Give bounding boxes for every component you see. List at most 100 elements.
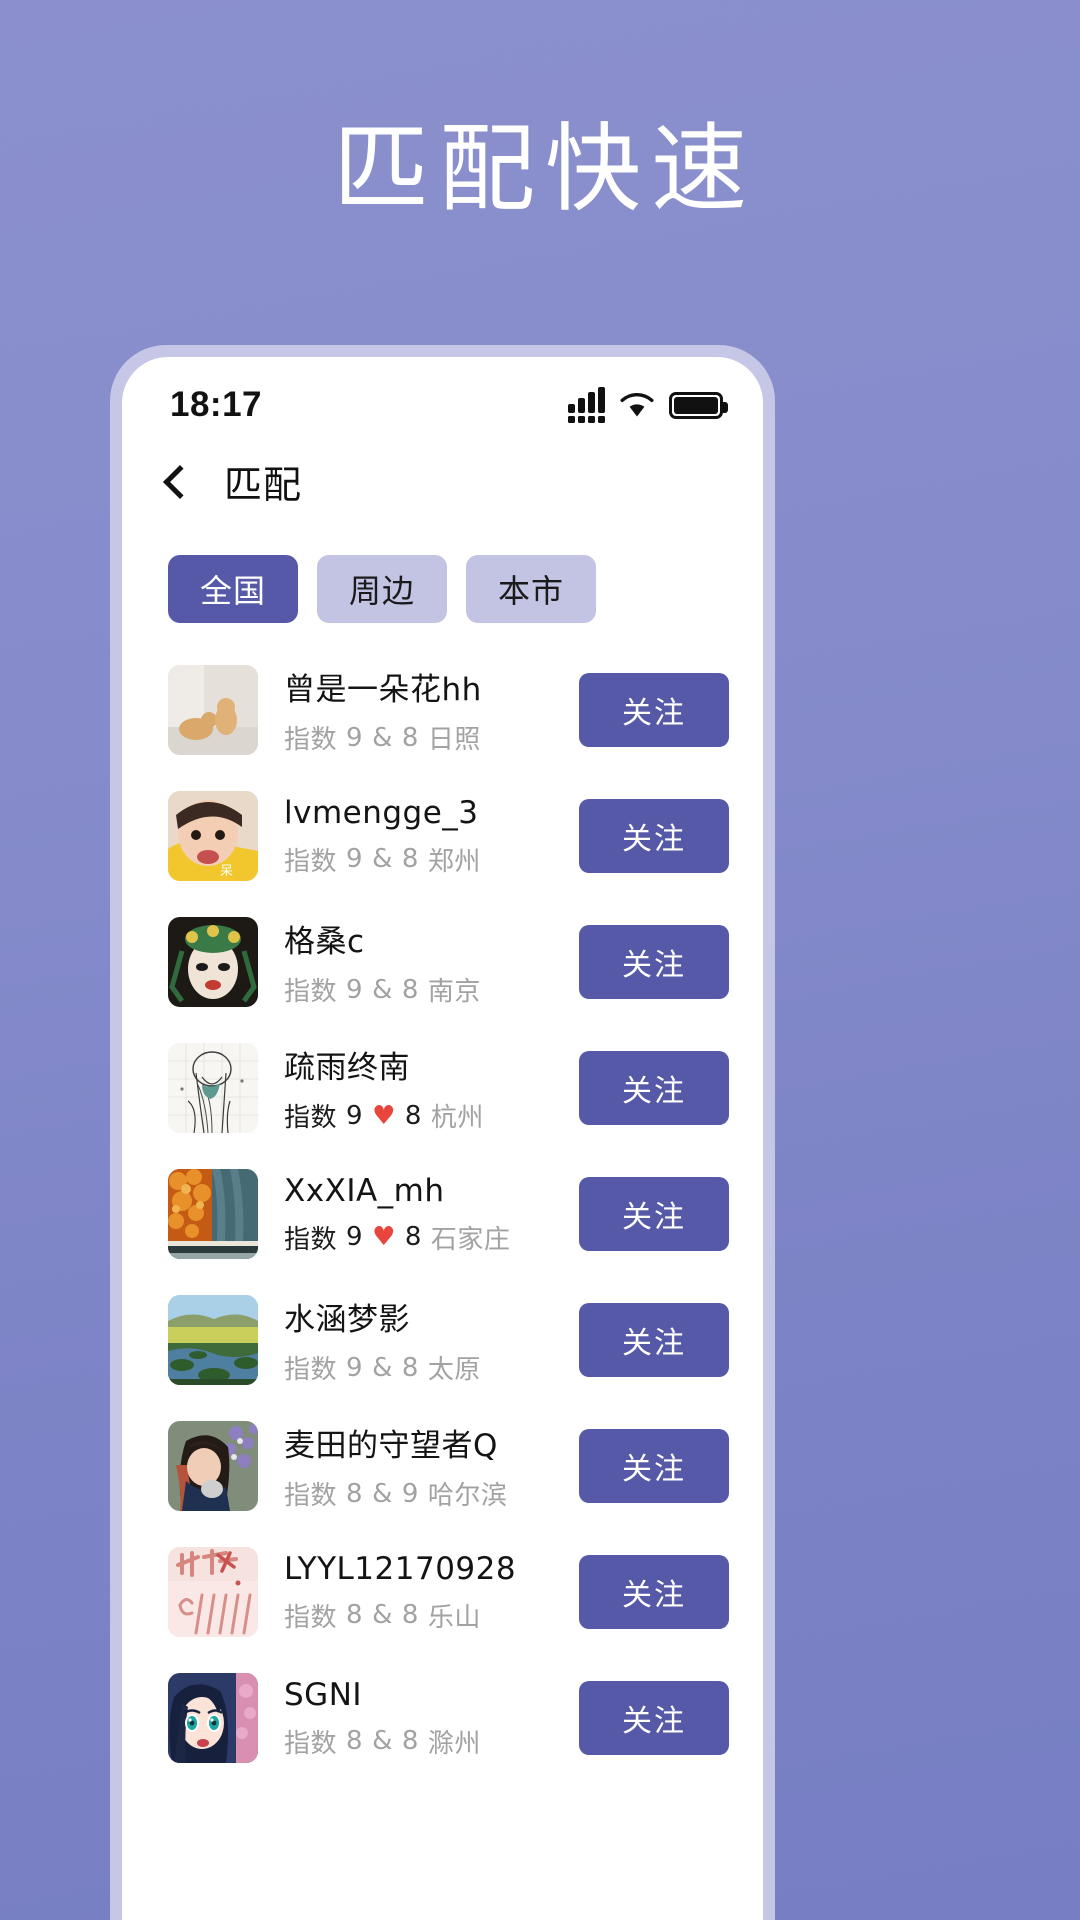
city-label: 日照 — [427, 725, 481, 755]
avatar[interactable] — [168, 1421, 258, 1511]
user-stats: 指数 8 & 8 乐山 — [284, 1597, 579, 1634]
user-name: lvmengge_3 — [284, 794, 479, 831]
battery-full-icon — [669, 391, 728, 419]
user-list: 曾是一朵花hh 指数 9 & 8 日照 关注呆 lvmengge_3 指数 9 & 8 郑州 关注 格桑c 指… — [122, 647, 763, 1781]
user-meta: 水涵梦影 指数 9 & 8 太原 — [258, 1294, 579, 1386]
user-meta: 麦田的守望者Q 指数 8 & 9 哈尔滨 — [258, 1420, 579, 1512]
follow-button[interactable]: 关注 — [579, 1303, 729, 1377]
follow-button[interactable]: 关注 — [579, 925, 729, 999]
user-name: 疏雨终南 — [284, 1050, 410, 1086]
follow-button[interactable]: 关注 — [579, 799, 729, 873]
user-name: LYYL12170928 — [284, 1550, 517, 1587]
filter-chip-city[interactable]: 本市 — [466, 555, 596, 623]
index-label: 指数 — [284, 1224, 338, 1255]
score-b: 8 — [404, 1100, 422, 1131]
user-row[interactable]: XxXIA_mh 指数 9 ♥ 8 石家庄 关注 — [122, 1151, 763, 1277]
score-b: 8 — [401, 722, 419, 753]
index-label: 指数 — [284, 977, 338, 1007]
score-a: 8 — [346, 1726, 364, 1756]
index-label: 指数 — [284, 1103, 338, 1133]
user-row[interactable]: 麦田的守望者Q 指数 8 & 9 哈尔滨 关注 — [122, 1403, 763, 1529]
follow-button[interactable]: 关注 — [579, 673, 729, 747]
index-label: 指数 — [284, 846, 338, 877]
index-label: 指数 — [284, 1728, 338, 1759]
index-label: 指数 — [284, 1355, 338, 1385]
user-stats: 指数 8 & 8 滁州 — [284, 1723, 579, 1760]
filter-chip-nationwide[interactable]: 全国 — [168, 555, 298, 623]
user-name: 曾是一朵花hh — [284, 672, 482, 708]
user-name: 格桑c — [284, 924, 365, 960]
phone-screen: 18:17 匹配 全国 周边 本市 曾是一朵花hh 指数 9 & 8 日照 关注… — [122, 357, 763, 1920]
user-meta: SGNI 指数 8 & 8 滁州 — [258, 1677, 579, 1760]
user-stats: 指数 8 & 9 哈尔滨 — [284, 1475, 579, 1512]
user-meta: 曾是一朵花hh 指数 9 & 8 日照 — [258, 664, 579, 756]
score-a: 9 — [346, 844, 364, 874]
user-stats: 指数 9 & 8 郑州 — [284, 841, 579, 878]
filter-chip-nearby[interactable]: 周边 — [317, 555, 447, 623]
avatar[interactable]: 呆 — [168, 791, 258, 881]
user-meta: lvmengge_3 指数 9 & 8 郑州 — [258, 795, 579, 878]
status-bar: 18:17 — [122, 357, 763, 435]
city-label: 滁州 — [427, 1728, 481, 1759]
score-b: 8 — [401, 1600, 419, 1630]
score-separator: & — [372, 844, 393, 874]
score-b: 8 — [401, 844, 419, 874]
user-meta: LYYL12170928 指数 8 & 8 乐山 — [258, 1551, 579, 1634]
index-label: 指数 — [284, 725, 338, 755]
hero-banner: 匹配快速 — [0, 0, 1080, 340]
follow-button[interactable]: 关注 — [579, 1177, 729, 1251]
score-separator: & — [372, 1726, 393, 1756]
index-label: 指数 — [284, 1481, 338, 1511]
user-row[interactable]: 水涵梦影 指数 9 & 8 太原 关注 — [122, 1277, 763, 1403]
user-row[interactable]: LYYL12170928 指数 8 & 8 乐山 关注 — [122, 1529, 763, 1655]
user-row[interactable]: 疏雨终南 指数 9 ♥ 8 杭州 关注 — [122, 1025, 763, 1151]
page-title: 匹配 — [224, 462, 303, 507]
user-row[interactable]: 格桑c 指数 9 & 8 南京 关注 — [122, 899, 763, 1025]
user-name: 麦田的守望者Q — [284, 1428, 498, 1464]
score-a: 9 — [346, 974, 364, 1005]
follow-button[interactable]: 关注 — [579, 1429, 729, 1503]
user-row[interactable]: SGNI 指数 8 & 8 滁州 关注 — [122, 1655, 763, 1781]
user-stats: 指数 9 & 8 南京 — [284, 971, 579, 1008]
follow-button[interactable]: 关注 — [579, 1555, 729, 1629]
filter-chip-group: 全国 周边 本市 — [122, 527, 763, 647]
city-label: 杭州 — [430, 1103, 484, 1133]
score-a: 8 — [346, 1478, 364, 1509]
hero-title: 匹配快速 — [333, 113, 757, 226]
user-row[interactable]: 呆 lvmengge_3 指数 9 & 8 郑州 关注 — [122, 773, 763, 899]
wifi-icon — [620, 392, 654, 418]
user-name: XxXIA_mh — [284, 1172, 445, 1209]
avatar[interactable] — [168, 1547, 258, 1637]
score-a: 9 — [346, 1100, 364, 1131]
avatar[interactable] — [168, 1043, 258, 1133]
score-separator: & — [372, 722, 393, 753]
index-label: 指数 — [284, 1602, 338, 1633]
follow-button[interactable]: 关注 — [579, 1681, 729, 1755]
score-b: 9 — [401, 1478, 419, 1509]
avatar[interactable] — [168, 917, 258, 1007]
user-stats: 指数 9 ♥ 8 石家庄 — [284, 1219, 579, 1256]
city-label: 太原 — [427, 1355, 481, 1385]
city-label: 石家庄 — [430, 1224, 511, 1255]
follow-button[interactable]: 关注 — [579, 1051, 729, 1125]
user-row[interactable]: 曾是一朵花hh 指数 9 & 8 日照 关注 — [122, 647, 763, 773]
score-a: 9 — [346, 1352, 364, 1383]
score-b: 8 — [404, 1222, 422, 1252]
user-name: SGNI — [284, 1676, 363, 1713]
signal-bars-icon — [568, 387, 605, 423]
user-meta: 疏雨终南 指数 9 ♥ 8 杭州 — [258, 1042, 579, 1134]
score-a: 8 — [346, 1600, 364, 1630]
score-a: 9 — [346, 1222, 364, 1252]
score-b: 8 — [401, 1352, 419, 1383]
avatar[interactable] — [168, 1169, 258, 1259]
avatar[interactable] — [168, 665, 258, 755]
svg-text:呆: 呆 — [220, 864, 233, 879]
score-separator: & — [372, 1600, 393, 1630]
avatar[interactable] — [168, 1295, 258, 1385]
city-label: 南京 — [427, 977, 481, 1007]
city-label: 郑州 — [427, 846, 481, 877]
avatar[interactable] — [168, 1673, 258, 1763]
score-separator: & — [372, 974, 393, 1005]
user-stats: 指数 9 & 8 日照 — [284, 719, 579, 756]
back-chevron-icon[interactable] — [163, 465, 197, 499]
